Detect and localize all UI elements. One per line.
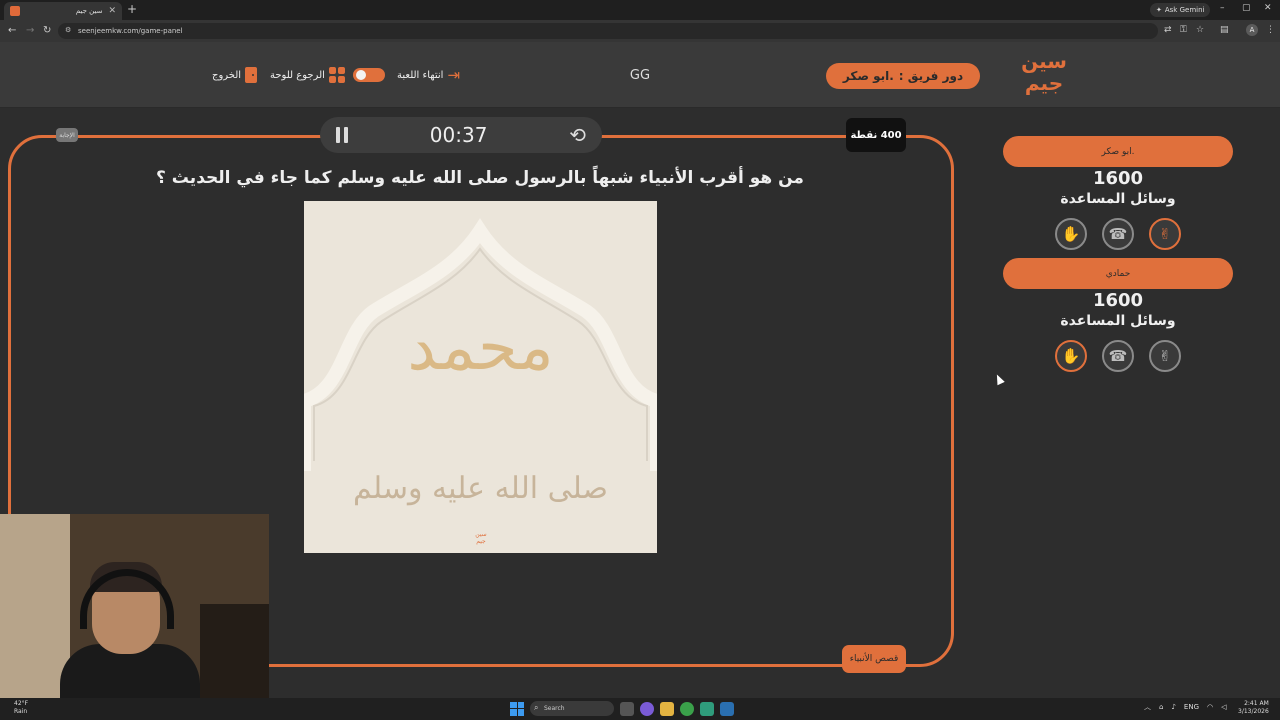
image-calligraphy-subtitle: صلى الله عليه وسلم [353,471,608,506]
file-explorer-icon[interactable] [660,701,674,716]
ask-gemini-button[interactable]: ✦ Ask Gemini [1150,3,1211,17]
phone-call-icon[interactable]: ☎ [1102,218,1134,250]
bookmark-star-icon[interactable]: ☆ [1196,25,1204,35]
new-tab-icon[interactable]: + [127,2,137,16]
windows-start-icon[interactable] [510,701,524,716]
browser-tab[interactable]: سين جيم ✕ [4,2,122,20]
task-view-icon[interactable] [620,701,634,716]
end-game-toggle[interactable] [353,68,385,82]
team-2-help-tools: ✋ ☎ ✌ [1055,340,1181,372]
pause-icon[interactable] [336,127,348,143]
team-2-name: حمادي [1003,258,1233,289]
windows-taskbar: 42°F Rain Search ︿ ⌂ ♪ ENG ◠ ◁ 2:41 AM 3… [0,698,1280,720]
taskbar-apps: Search [510,701,734,716]
forward-icon[interactable]: → [26,25,34,36]
taskbar-search[interactable]: Search [530,701,614,716]
hand-stop-icon[interactable]: ✋ [1055,218,1087,250]
category-badge: قصص الأنبياء [842,645,906,673]
microphone-icon[interactable]: ♪ [1171,703,1175,711]
sparkle-icon: ✦ [1156,6,1162,14]
chrome-icon[interactable] [680,701,694,716]
end-game-control[interactable]: ⇥ انتهاء اللعبة [353,66,460,84]
victory-hand-icon[interactable]: ✌ [1149,218,1181,250]
tab-title: سين جيم [75,7,103,15]
password-key-icon[interactable]: ⚿ [1180,25,1187,35]
back-to-board-button[interactable]: الرجوع للوحة [270,66,345,84]
timer-value: 00:37 [429,123,488,147]
steam-icon[interactable] [720,701,734,716]
minimize-icon[interactable]: – [1220,3,1225,13]
browser-menu-icon[interactable]: ⋮ [1266,25,1275,35]
screen: سين جيم ✕ + ✦ Ask Gemini – ▢ ✕ ← → ↻ ⚙ s… [0,0,1280,720]
door-exit-icon [245,67,258,83]
chevron-up-icon[interactable]: ︿ [1144,702,1151,712]
obs-icon[interactable] [700,701,714,716]
arrow-right-exit-icon: ⇥ [447,65,461,84]
timer-bar: 00:37 ⟲ [320,117,602,153]
team-1-score: 1600 [1092,168,1144,189]
webcam-overlay [0,514,269,698]
team-2-help-label: وسائل المساعدة [1060,313,1176,329]
side-panel-icon[interactable]: ▤ [1220,25,1229,35]
discord-icon[interactable] [640,701,654,716]
weather-widget[interactable]: 42°F Rain [14,700,28,716]
browser-tab-bar: سين جيم ✕ + ✦ Ask Gemini – ▢ ✕ [0,0,1280,20]
system-tray: ︿ ⌂ ♪ ENG ◠ ◁ [1144,702,1227,712]
language-indicator[interactable]: ENG [1184,703,1199,711]
network-icon[interactable]: ⌂ [1159,703,1163,711]
seen-jeem-logo[interactable]: سين جيم [1016,50,1072,102]
image-watermark-logo: سين جيم [475,531,487,545]
team-2-score: 1600 [1092,290,1144,311]
mouse-cursor-icon [993,372,1005,386]
translate-icon[interactable]: ⇄ [1164,25,1172,35]
team-1-help-tools: ✋ ☎ ✌ [1055,218,1181,250]
back-icon[interactable]: ← [8,25,16,36]
game-name: GG [629,68,651,83]
taskbar-clock[interactable]: 2:41 AM 3/13/2026 [1238,700,1269,716]
close-tab-icon[interactable]: ✕ [108,6,116,16]
profile-avatar[interactable]: A [1246,24,1258,36]
current-turn-badge: دور فريق : .ابو صكر [826,63,980,89]
reload-icon[interactable]: ↻ [43,25,51,36]
browser-address-bar: ← → ↻ ⚙ seenjeemkw.com/game-panel ⇄ ⚿ ☆ … [0,20,1280,42]
phone-call-icon[interactable]: ☎ [1102,340,1134,372]
team-1-name: .ابو صكر [1003,136,1233,167]
url-input[interactable]: ⚙ seenjeemkw.com/game-panel [58,23,1158,39]
maximize-icon[interactable]: ▢ [1242,3,1251,13]
question-points: 400 نقطة [846,118,906,152]
exit-button[interactable]: الخروج [212,66,258,84]
question-text: من هو أقرب الأنبياء شبهاً بالرسول صلى ال… [156,168,804,188]
answer-tag[interactable]: الإجابة [56,128,78,142]
grid-board-icon [328,67,345,83]
site-favicon-icon [10,6,20,16]
site-info-icon[interactable]: ⚙ [65,26,71,34]
victory-hand-icon[interactable]: ✌ [1149,340,1181,372]
question-image: محمد صلى الله عليه وسلم سين جيم [304,201,657,553]
close-window-icon[interactable]: ✕ [1264,3,1272,13]
reset-timer-icon[interactable]: ⟲ [569,125,586,145]
wifi-icon[interactable]: ◠ [1207,703,1213,711]
volume-icon[interactable]: ◁ [1221,703,1226,711]
team-1-help-label: وسائل المساعدة [1060,191,1176,207]
hand-stop-icon[interactable]: ✋ [1055,340,1087,372]
image-calligraphy-name: محمد [407,311,554,385]
